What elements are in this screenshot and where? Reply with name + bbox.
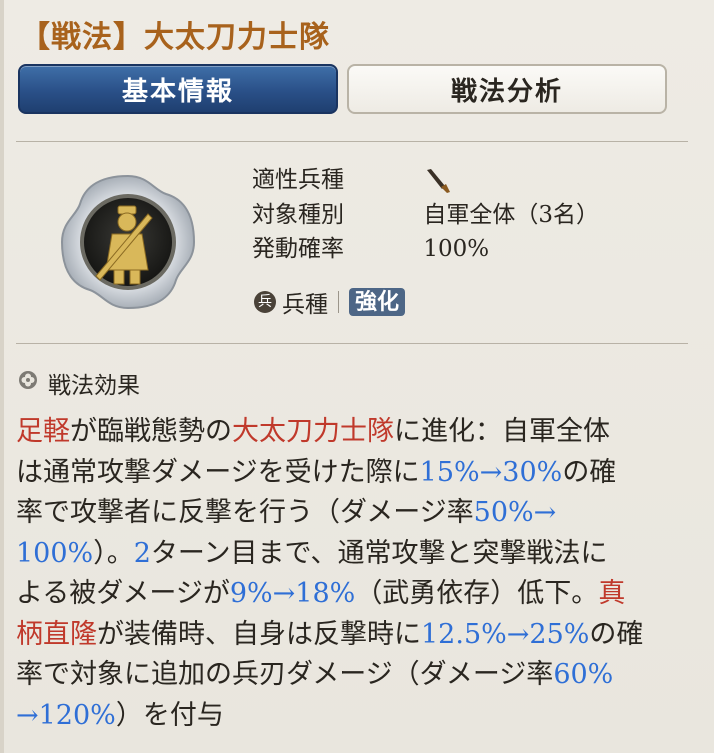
effect-line: 率で対象に追加の兵刃ダメージ（ダメージ率60%	[16, 655, 706, 696]
target-label: 対象種別	[252, 202, 344, 228]
rate-value: 100%	[423, 236, 490, 262]
effect-highlight: 60%	[553, 659, 614, 690]
sword-icon	[423, 164, 453, 196]
info-target-row: 対象種別 自軍全体（3名）	[252, 199, 599, 231]
effect-line: 柄直隆が装備時、自身は反撃時に12.5%→25%の確	[16, 615, 706, 656]
tag-unit-type: 兵種	[282, 292, 328, 318]
tab-basic-info[interactable]: 基本情報	[18, 64, 338, 114]
effect-line: 足軽が臨戦態勢の大太刀力士隊に進化：自軍全体	[16, 412, 706, 453]
effect-highlight: 足軽	[16, 416, 70, 447]
effect-line: 率で攻撃者に反撃を行う（ダメージ率50%→	[16, 493, 706, 534]
effect-text: 率で対象に追加の兵刃ダメージ（ダメージ率	[16, 659, 554, 690]
effect-text: の確	[562, 456, 617, 488]
effect-line: は通常攻撃ダメージを受けた際に15%→30%の確	[16, 453, 706, 494]
enhance-badge: 強化	[349, 288, 406, 316]
effect-section-title: 戦法効果	[48, 373, 140, 399]
effect-line: 100%）。2ターン目まで、通常攻撃と突撃戦法に	[16, 534, 706, 575]
divider-middle	[16, 343, 688, 344]
effect-text: よる被ダメージが	[16, 578, 230, 609]
tactic-detail-panel: 【戦法】大太刀力士隊 基本情報 戦法分析 適性兵種 対象種別 自軍全体（3名） …	[0, 0, 714, 753]
effect-text: の確	[589, 618, 644, 650]
effect-highlight: →120%	[16, 699, 116, 731]
effect-highlight: 柄直隆	[16, 618, 97, 650]
clover-icon	[18, 370, 38, 396]
effect-highlight: 9%→18%	[229, 578, 356, 609]
effect-text: が臨戦態勢の	[70, 416, 232, 447]
effect-highlight: 12.5%→25%	[421, 618, 590, 650]
effect-highlight: 大太刀力士隊	[232, 416, 394, 447]
tactic-tags: 兵 兵種 強化	[254, 286, 406, 318]
tag-separator	[338, 291, 339, 313]
rate-label: 発動確率	[252, 236, 344, 262]
effect-description: 足軽が臨戦態勢の大太刀力士隊に進化：自軍全体 は通常攻撃ダメージを受けた際に15%…	[16, 412, 706, 736]
effect-highlight: 15%→30%	[419, 456, 563, 488]
unit-type-label: 適性兵種	[252, 167, 344, 193]
effect-highlight: 50%→	[473, 497, 557, 528]
info-rate-row: 発動確率 100%	[252, 233, 489, 265]
divider-top	[16, 141, 688, 142]
effect-line: よる被ダメージが9%→18%（武勇依存）低下。真	[16, 574, 706, 615]
effect-text: 率で攻撃者に反撃を行う（ダメージ率	[16, 497, 474, 528]
effect-text: に進化：自軍全体	[394, 416, 610, 447]
effect-text: は通常攻撃ダメージを受けた際に	[16, 456, 420, 488]
tab-tactic-analysis[interactable]: 戦法分析	[347, 64, 667, 114]
effect-highlight: 真	[598, 578, 626, 609]
effect-text: ）。	[93, 537, 134, 569]
effect-section-header: 戦法効果	[18, 366, 140, 400]
unit-circle-icon: 兵	[254, 291, 276, 313]
effect-highlight: 2	[133, 537, 151, 569]
tactic-title: 【戦法】大太刀力士隊	[20, 20, 330, 55]
target-value: 自軍全体（3名）	[423, 202, 599, 228]
effect-text: （武勇依存）低下。	[355, 578, 599, 609]
effect-line: →120%）を付与	[16, 696, 706, 737]
effect-text: が装備時、自身は反撃時に	[97, 618, 421, 650]
effect-highlight: 100%	[16, 537, 94, 569]
info-unit-type-row: 適性兵種	[252, 164, 453, 196]
effect-text: ターン目まで、通常攻撃と突撃戦法に	[150, 537, 608, 569]
tactic-emblem-icon	[56, 170, 200, 314]
effect-text: ）を付与	[115, 699, 224, 731]
